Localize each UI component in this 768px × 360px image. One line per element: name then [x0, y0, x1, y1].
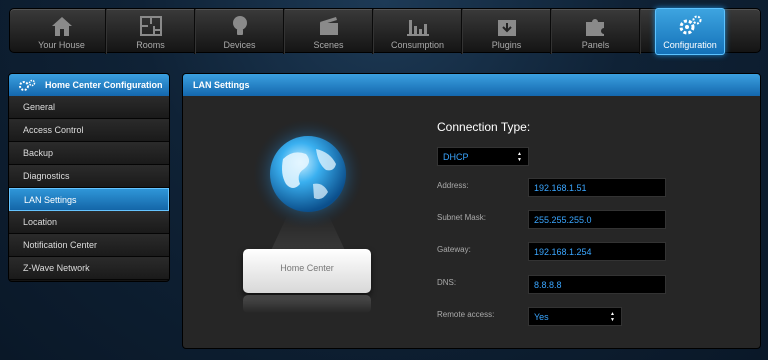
- nav-configuration[interactable]: Configuration: [655, 8, 725, 55]
- sidebar-item-label: LAN Settings: [24, 194, 77, 205]
- panel-header: LAN Settings: [183, 74, 760, 96]
- nav-label: Consumption: [390, 40, 445, 50]
- nav-label: Configuration: [663, 40, 717, 50]
- sidebar-item-label: Backup: [23, 148, 54, 158]
- connection-type-select[interactable]: DHCP ▲ ▼: [437, 147, 529, 166]
- sidebar-item-backup[interactable]: Backup: [9, 142, 169, 165]
- lightbulb-icon: [232, 16, 247, 35]
- sidebar-item-label: General: [23, 102, 56, 112]
- nav-label: Plugins: [491, 40, 522, 50]
- panel-title: LAN Settings: [193, 80, 250, 90]
- dns-field[interactable]: 8.8.8.8: [528, 275, 666, 294]
- dns-label: DNS:: [437, 278, 457, 287]
- sidebar-item-label: Diagnostics: [23, 171, 70, 181]
- home-center-device-image: Home Center: [243, 249, 371, 293]
- nav-label: Your House: [38, 40, 85, 50]
- top-navigation: Your House Rooms Devices Scenes Consumpt…: [9, 8, 761, 55]
- device-label: Home Center: [280, 263, 334, 273]
- bar-chart-icon: [406, 20, 429, 36]
- connection-type-label: Connection Type:: [437, 120, 531, 134]
- nav-scenes[interactable]: Scenes: [285, 9, 373, 54]
- sidebar-header: Home Center Configuration: [9, 74, 169, 96]
- sidebar: Home Center Configuration General Access…: [8, 73, 170, 282]
- nav-label: Devices: [223, 40, 256, 50]
- box-download-icon: [497, 20, 516, 36]
- address-value: 192.168.1.51: [534, 182, 587, 193]
- floorplan-icon: [139, 16, 162, 36]
- remote-access-label: Remote access:: [437, 310, 495, 319]
- dropdown-arrow-icon: ▲ ▼: [517, 150, 522, 163]
- dropdown-arrow-icon: ▲ ▼: [610, 310, 615, 323]
- sidebar-item-notification-center[interactable]: Notification Center: [9, 234, 169, 257]
- nav-devices[interactable]: Devices: [196, 9, 284, 54]
- sidebar-item-diagnostics[interactable]: Diagnostics: [9, 165, 169, 188]
- address-label: Address:: [437, 181, 469, 190]
- gateway-field[interactable]: 192.168.1.254: [528, 242, 666, 261]
- sidebar-item-z-wave-network[interactable]: Z-Wave Network: [9, 257, 169, 280]
- house-icon: [51, 17, 72, 36]
- subnet-mask-value: 255.255.255.0: [534, 214, 592, 225]
- sidebar-item-lan-settings[interactable]: LAN Settings: [9, 188, 169, 211]
- gateway-label: Gateway:: [437, 245, 471, 254]
- nav-label: Scenes: [313, 40, 344, 50]
- nav-your-house[interactable]: Your House: [18, 9, 106, 54]
- clapperboard-icon: [319, 17, 338, 35]
- sidebar-item-general[interactable]: General: [9, 96, 169, 119]
- device-reflection: [243, 295, 371, 313]
- sidebar-item-label: Notification Center: [23, 240, 98, 250]
- subnet-mask-field[interactable]: 255.255.255.0: [528, 210, 666, 229]
- sidebar-title: Home Center Configuration: [45, 80, 163, 90]
- sidebar-item-location[interactable]: Location: [9, 211, 169, 234]
- sidebar-item-access-control[interactable]: Access Control: [9, 119, 169, 142]
- puzzle-icon: [585, 19, 604, 36]
- dns-value: 8.8.8.8: [534, 279, 562, 290]
- gears-icon: [679, 15, 702, 35]
- connection-type-value: DHCP: [443, 151, 469, 162]
- nav-label: Panels: [581, 40, 610, 50]
- nav-rooms[interactable]: Rooms: [107, 9, 195, 54]
- sidebar-item-label: Access Control: [23, 125, 84, 135]
- nav-panels[interactable]: Panels: [552, 9, 640, 54]
- sidebar-item-label: Location: [23, 217, 58, 227]
- gateway-value: 192.168.1.254: [534, 246, 592, 257]
- nav-consumption[interactable]: Consumption: [374, 9, 462, 54]
- gears-icon: [19, 79, 36, 91]
- remote-access-value: Yes: [534, 311, 549, 322]
- lan-settings-panel: LAN Settings Home Center Connection Type…: [182, 73, 761, 349]
- sidebar-item-label: Z-Wave Network: [23, 263, 90, 273]
- subnet-mask-label: Subnet Mask:: [437, 213, 486, 222]
- address-field[interactable]: 192.168.1.51: [528, 178, 666, 197]
- nav-label: Rooms: [136, 40, 165, 50]
- nav-plugins[interactable]: Plugins: [463, 9, 551, 54]
- remote-access-select[interactable]: Yes ▲ ▼: [528, 307, 622, 326]
